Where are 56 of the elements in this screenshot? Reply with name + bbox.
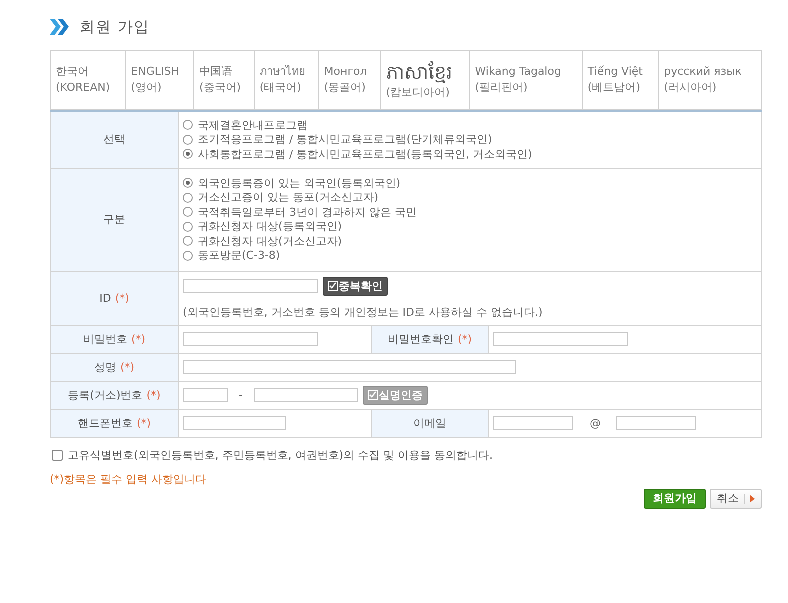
checkbox-icon (368, 390, 378, 400)
at-sign: @ (590, 416, 601, 430)
radio-button[interactable] (183, 236, 193, 246)
duplicate-check-button[interactable]: 중복확인 (323, 276, 388, 296)
radio-button[interactable] (183, 192, 193, 203)
id-field[interactable] (183, 279, 318, 293)
field-label: 비밀번호확인 (388, 332, 454, 346)
registration-number-field[interactable] (254, 388, 358, 402)
field-label: 성명 (94, 360, 116, 374)
option-label: 국적취득일로부터 3년이 경과하지 않은 국민 (198, 204, 417, 220)
radio-button[interactable] (183, 250, 193, 261)
caret-icon (750, 494, 755, 502)
signup-button[interactable]: 회원가입 (644, 488, 706, 508)
field-label: ID (100, 292, 112, 304)
field-label: 구분 (104, 213, 126, 226)
email-field[interactable] (493, 416, 573, 430)
required-mark: (*) (120, 360, 135, 374)
registration-number-field[interactable] (183, 388, 228, 402)
checkbox[interactable] (52, 450, 63, 460)
field-label: 선택 (104, 133, 126, 146)
option-label: 귀화신청자 대상(등록외국인) (198, 219, 342, 234)
radio-button[interactable] (183, 178, 193, 188)
required-note: (*)항목은 필수 입력 사항입니다 (50, 472, 208, 486)
cancel-button[interactable]: 취소 (710, 488, 762, 508)
radio-button[interactable] (183, 222, 193, 232)
name-field[interactable] (183, 360, 516, 374)
phone-field[interactable] (183, 416, 286, 430)
dash-separator: - (239, 388, 243, 402)
radio-button[interactable] (183, 207, 193, 218)
option-label: 외국인등록증이 있는 외국인(등록외국인) (198, 176, 401, 191)
required-mark: (*) (458, 332, 472, 346)
email-domain-field[interactable] (616, 416, 696, 430)
password-field[interactable] (183, 332, 318, 346)
page-title: 회원 가입 (80, 18, 150, 36)
radio-button[interactable] (183, 120, 193, 130)
field-label: 등록(거소)번호 (68, 388, 143, 402)
password-confirm-field[interactable] (493, 332, 628, 346)
option-label: 사회통합프로그램 / 통합시민교육프로그램(등록외국인, 거소외국인) (198, 146, 532, 162)
id-note: (외국인등록번호, 거소번호 등의 개인정보는 ID로 사용하실 수 없습니다.) (183, 304, 544, 320)
option-label: 조기적응프로그램 / 통합시민교육프로그램(단기체류외국인) (198, 132, 492, 148)
required-mark: (*) (131, 332, 146, 346)
field-label: 핸드폰번호 (78, 416, 133, 430)
agreement-label: 고유식별번호(외국인등록번호, 주민등록번호, 여권번호)의 수집 및 이용을 동의합니다. (68, 448, 494, 462)
radio-button[interactable] (183, 134, 193, 145)
required-mark: (*) (136, 416, 152, 430)
option-label: 동포방문(C-3-8) (198, 248, 280, 264)
option-label: 귀화신청자 대상(거소신고자) (198, 234, 342, 249)
option-label: 거소신고증이 있는 동포(거소신고자) (198, 190, 379, 206)
required-mark: (*) (115, 292, 130, 304)
radio-button[interactable] (183, 149, 193, 160)
option-label: 국제결혼안내프로그램 (198, 118, 308, 133)
field-label: 비밀번호 (83, 332, 128, 346)
required-mark: (*) (146, 388, 161, 402)
double-chevron-icon (50, 19, 70, 35)
field-label: 이메일 (414, 416, 446, 430)
checkbox-icon (328, 281, 338, 291)
